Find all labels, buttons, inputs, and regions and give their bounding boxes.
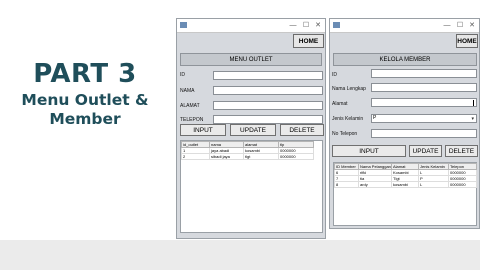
column-header[interactable]: ID Member xyxy=(334,163,359,170)
table-row[interactable]: 2 sibadi jaya tlgt 0000000 xyxy=(181,153,314,160)
no-telepon-field[interactable] xyxy=(371,129,477,138)
table-cell: 0000000 xyxy=(448,181,477,188)
id-label: ID xyxy=(332,72,337,78)
update-button[interactable]: UPDATE xyxy=(230,124,276,136)
member-titlebar: — ☐ ✕ xyxy=(330,19,479,33)
nama-field[interactable] xyxy=(213,86,323,95)
nama-lengkap-label: Nama Lengkap xyxy=(332,86,366,92)
no-telepon-label: No Telepon xyxy=(332,131,358,137)
jenis-kelamin-label: Jenis Kelamin xyxy=(332,116,364,122)
column-header[interactable]: Jenis Kelamin xyxy=(418,163,449,170)
menu-outlet-header: MENU OUTLET xyxy=(180,53,322,66)
outlet-window: — ☐ ✕ HOME MENU OUTLET ID NAMA ALAMAT TE… xyxy=(176,18,326,239)
member-window: — ☐ ✕ HOME KELOLA MEMBER ID Nama Lengkap… xyxy=(329,18,480,229)
close-icon[interactable]: ✕ xyxy=(466,19,478,32)
home-button[interactable]: HOME xyxy=(293,34,324,48)
minimize-icon[interactable]: — xyxy=(441,19,453,32)
delete-button[interactable]: DELETE xyxy=(445,145,478,157)
delete-button[interactable]: DELETE xyxy=(280,124,324,136)
table-cell: tlgt xyxy=(243,153,279,160)
id-field[interactable] xyxy=(371,69,477,78)
title-subtitle-line1: Menu Outlet & xyxy=(21,91,149,109)
close-icon[interactable]: ✕ xyxy=(312,19,324,32)
table-cell: L xyxy=(418,181,449,188)
table-cell: sibadi jaya xyxy=(209,153,244,160)
title-area: PART 3 Menu Outlet & Member xyxy=(0,60,170,129)
java-icon xyxy=(333,22,340,28)
kelola-member-header: KELOLA MEMBER xyxy=(333,53,477,66)
telepon-field[interactable] xyxy=(213,115,323,124)
home-button[interactable]: HOME xyxy=(456,34,478,48)
update-button[interactable]: UPDATE xyxy=(409,145,442,157)
java-icon xyxy=(180,22,187,28)
nama-lengkap-field[interactable] xyxy=(371,83,477,92)
id-label: ID xyxy=(180,72,185,78)
member-table: ID Member Nama Pelanggan Alamat Jenis Ke… xyxy=(334,163,477,188)
column-header[interactable]: Nama Pelanggan xyxy=(358,163,392,170)
jenis-kelamin-select[interactable]: P ▾ xyxy=(371,114,477,123)
id-field[interactable] xyxy=(213,71,323,80)
maximize-icon[interactable]: ☐ xyxy=(454,19,466,32)
text-caret xyxy=(473,100,474,106)
chevron-down-icon: ▾ xyxy=(471,116,474,122)
table-cell: kosambi xyxy=(391,181,419,188)
input-button[interactable]: INPUT xyxy=(332,145,406,157)
alamat-field[interactable] xyxy=(213,101,323,110)
table-cell: 2 xyxy=(181,153,210,160)
telepon-label: TELEPON xyxy=(180,117,204,123)
table-cell: ardy xyxy=(358,181,392,188)
nama-label: NAMA xyxy=(180,88,195,94)
maximize-icon[interactable]: ☐ xyxy=(300,19,312,32)
alamat-label: ALAMAT xyxy=(180,103,200,109)
bottom-band xyxy=(0,240,480,270)
outlet-table: id_outlet nama alamat tlp 1 jaya abadi k… xyxy=(181,141,314,160)
input-button[interactable]: INPUT xyxy=(180,124,226,136)
title-subtitle-line2: Member xyxy=(49,110,121,128)
table-row[interactable]: 8 ardy kosambi L 0000000 xyxy=(334,181,477,188)
title-part: PART 3 xyxy=(33,59,137,89)
alamat-label: Alamat xyxy=(332,101,348,107)
minimize-icon[interactable]: — xyxy=(287,19,299,32)
alamat-field[interactable] xyxy=(371,98,477,107)
table-cell: 0000000 xyxy=(278,153,314,160)
jenis-kelamin-value: P xyxy=(373,115,377,121)
outlet-titlebar: — ☐ ✕ xyxy=(177,19,325,33)
table-cell: 8 xyxy=(334,181,359,188)
